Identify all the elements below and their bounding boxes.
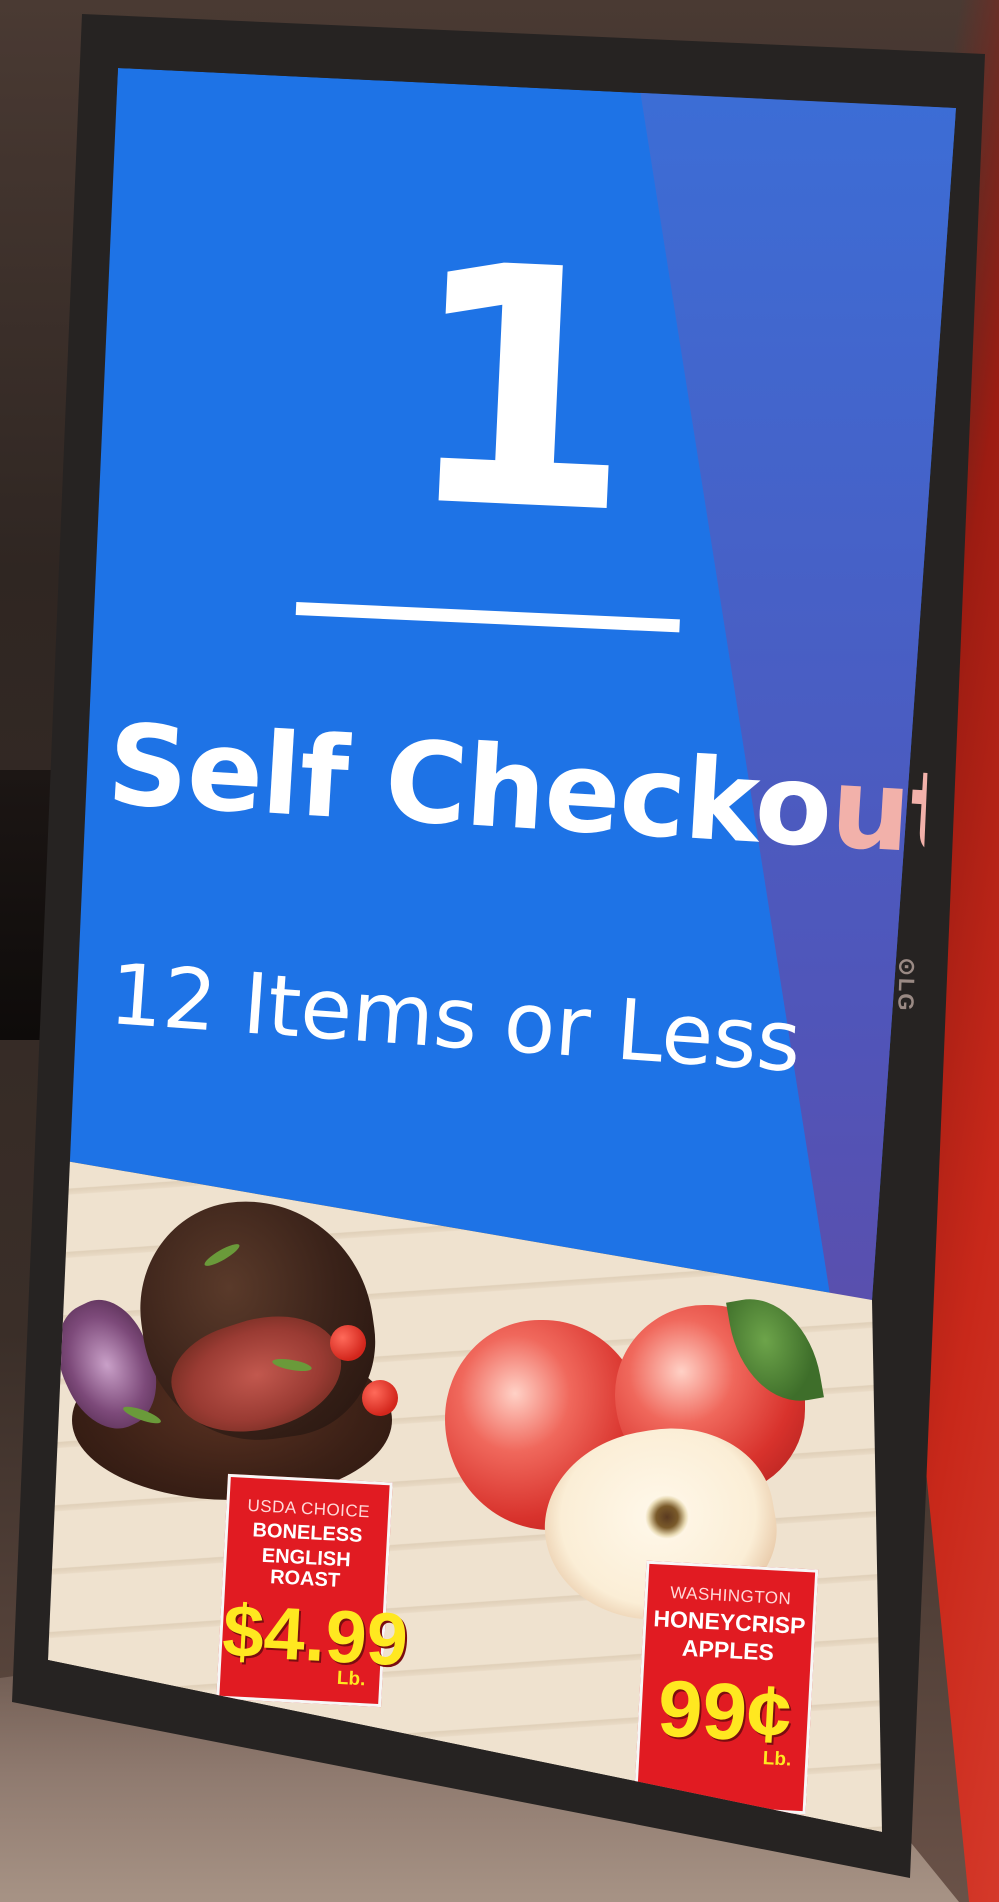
tag-price: $4.99 [220,1588,410,1682]
price-tag-roast: USDA CHOICE BONELESS ENGLISH ROAST $4.99… [216,1473,410,1708]
price-tag-apples: WASHINGTON HONEYCRISP APPLES 99¢ Lb. [633,1560,819,1815]
tag-name-line2: ENGLISH ROAST [261,1544,352,1592]
tag-name-line1: HONEYCRISP [652,1605,807,1640]
monitor-brand-logo: ⊙LG [893,957,920,1013]
lane-number: 1 [396,192,644,588]
tag-name-line1: BONELESS [251,1519,364,1547]
tag-price: 99¢ [655,1663,794,1760]
roast-image [48,1185,422,1520]
tag-name-line2: APPLES [681,1634,775,1666]
apple-core [645,1495,689,1539]
tomato [362,1380,398,1416]
digital-signage-screen: 1 Self Checkout 12 Items or Less USDA CH… [48,68,956,1832]
tomato [330,1325,366,1361]
